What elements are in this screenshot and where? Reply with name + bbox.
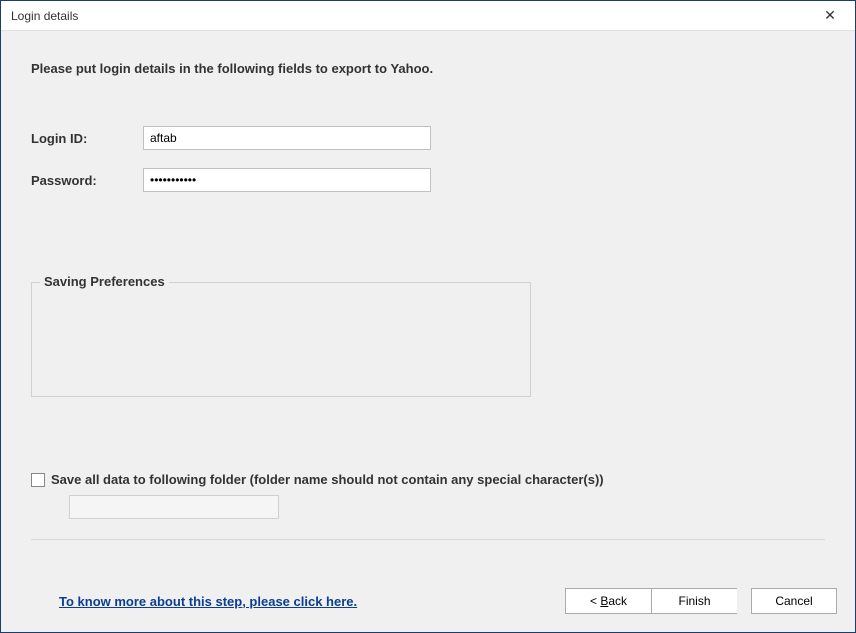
login-label: Login ID: <box>31 131 143 146</box>
login-input[interactable] <box>143 126 431 150</box>
button-group: < Back Finish Cancel <box>565 588 837 614</box>
password-input[interactable] <box>143 168 431 192</box>
save-folder-checkbox[interactable] <box>31 473 45 487</box>
instruction-text: Please put login details in the followin… <box>31 61 825 76</box>
titlebar: Login details ✕ <box>1 1 855 31</box>
dialog-window: Login details ✕ Please put login details… <box>0 0 856 633</box>
back-button[interactable]: < Back <box>565 588 651 614</box>
help-link[interactable]: To know more about this step, please cli… <box>59 594 357 609</box>
separator <box>31 539 825 540</box>
save-folder-label: Save all data to following folder (folde… <box>51 472 604 487</box>
close-icon[interactable]: ✕ <box>815 1 845 31</box>
cancel-button[interactable]: Cancel <box>751 588 837 614</box>
password-label: Password: <box>31 173 143 188</box>
folder-path-input[interactable] <box>69 495 279 519</box>
window-title: Login details <box>11 9 815 23</box>
footer: To know more about this step, please cli… <box>1 576 855 632</box>
saving-preferences-label: Saving Preferences <box>40 274 169 289</box>
finish-button[interactable]: Finish <box>651 588 737 614</box>
content-area: Please put login details in the followin… <box>1 31 855 576</box>
saving-preferences-group: Saving Preferences <box>31 282 531 397</box>
save-folder-row: Save all data to following folder (folde… <box>31 472 825 487</box>
password-row: Password: <box>31 168 825 192</box>
login-row: Login ID: <box>31 126 825 150</box>
